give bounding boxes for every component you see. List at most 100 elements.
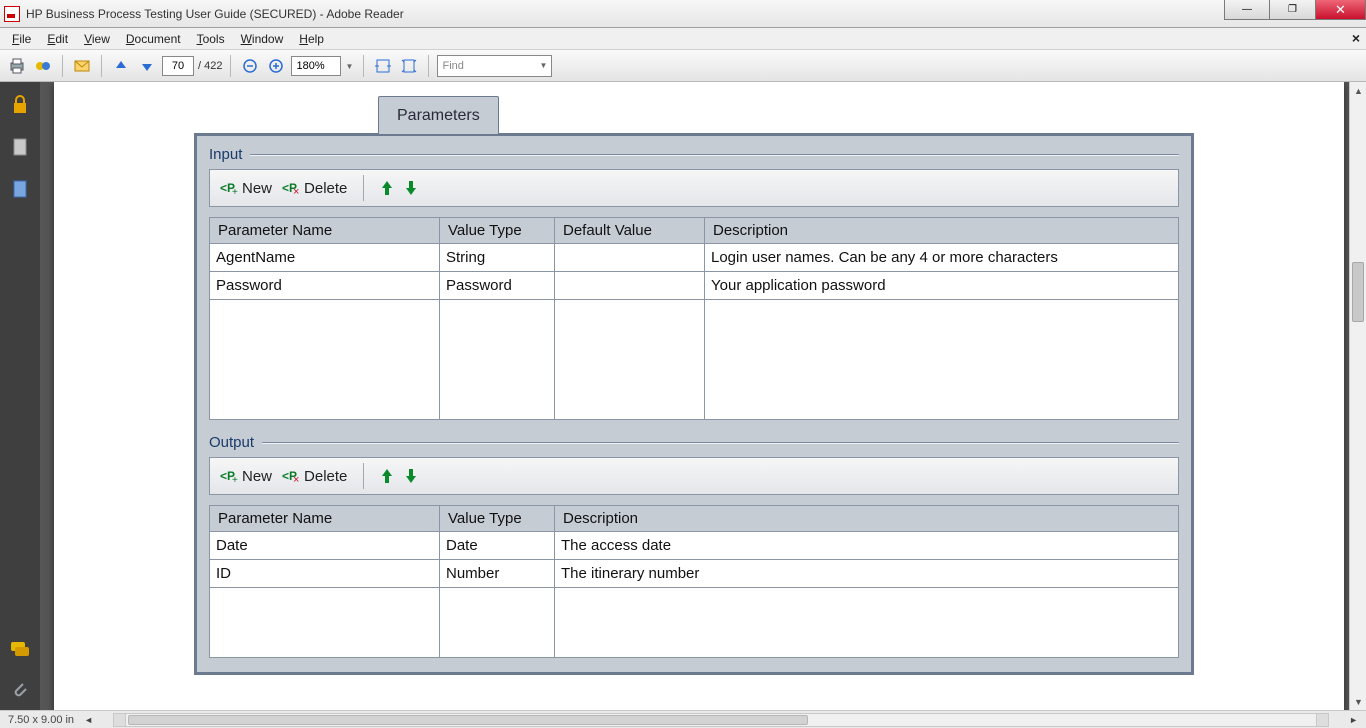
scroll-up-arrow[interactable]: ▲ [1350,82,1366,99]
output-toolbar: <P+ New <P× Delete [209,457,1179,495]
page-total-label: / 422 [198,60,222,72]
col-default-value[interactable]: Default Value [555,218,705,244]
collaborate-icon[interactable] [32,55,54,77]
menu-bar: File Edit View Document Tools Window Hel… [0,28,1366,50]
col-description[interactable]: Description [555,506,1179,532]
fit-page-icon[interactable] [398,55,420,77]
cell-name[interactable]: Date [210,532,440,560]
status-bar: 7.50 x 9.00 in ◄ ► [0,710,1366,728]
table-row[interactable]: ID Number The itinerary number [210,560,1179,588]
cell-default[interactable] [555,244,705,272]
scroll-down-arrow[interactable]: ▼ [1350,693,1366,710]
find-dropdown-icon[interactable]: ▼ [540,61,548,70]
output-move-down-button[interactable] [404,467,418,485]
scroll-thumb[interactable] [1352,262,1364,322]
input-move-up-button[interactable] [380,179,394,197]
col-value-type[interactable]: Value Type [440,506,555,532]
h-scroll-right-arrow[interactable]: ► [1349,715,1358,725]
h-scroll-left-button[interactable] [114,714,126,726]
cell-type[interactable]: String [440,244,555,272]
h-scroll-right-button[interactable] [1316,714,1328,726]
col-description[interactable]: Description [705,218,1179,244]
menu-view[interactable]: View [76,30,118,48]
page-number-input[interactable] [162,56,194,76]
cell-desc[interactable]: The itinerary number [555,560,1179,588]
output-move-up-button[interactable] [380,467,394,485]
toolbar-separator [363,55,364,77]
window-close-button[interactable]: ✕ [1316,0,1366,20]
tab-parameters[interactable]: Parameters [378,96,499,134]
output-new-button[interactable]: <P+ New [220,468,272,485]
zoom-level-input[interactable]: 180% [291,56,341,76]
find-input[interactable]: Find ▼ [437,55,552,77]
table-row[interactable]: Date Date The access date [210,532,1179,560]
menu-edit[interactable]: Edit [39,30,76,48]
input-new-label: New [242,180,272,197]
cell-type[interactable]: Password [440,272,555,300]
document-viewport[interactable]: Parameters Input <P+ New <P× De [40,82,1366,710]
table-row[interactable]: AgentName String Login user names. Can b… [210,244,1179,272]
output-new-label: New [242,468,272,485]
vertical-scrollbar[interactable]: ▲ ▼ [1349,82,1366,710]
toolbar-separator [62,55,63,77]
cell-desc[interactable]: Your application password [705,272,1179,300]
app-pdf-icon [4,6,20,22]
cell-desc[interactable]: Login user names. Can be any 4 or more c… [705,244,1179,272]
document-page: Parameters Input <P+ New <P× De [54,82,1344,710]
zoom-in-button[interactable] [265,55,287,77]
email-icon[interactable] [71,55,93,77]
col-parameter-name[interactable]: Parameter Name [210,506,440,532]
window-minimize-button[interactable]: — [1224,0,1270,20]
table-row[interactable]: Password Password Your application passw… [210,272,1179,300]
svg-text:+: + [232,187,238,196]
page-up-button[interactable] [110,55,132,77]
window-title: HP Business Process Testing User Guide (… [26,7,404,21]
zoom-out-button[interactable] [239,55,261,77]
output-label-text: Output [209,434,254,451]
output-delete-button[interactable]: <P× Delete [282,468,347,485]
toolbar-separator [230,55,231,77]
menu-help[interactable]: Help [291,30,332,48]
svg-text:×: × [293,186,299,196]
menu-close-doc-button[interactable]: × [1352,30,1360,46]
input-parameters-table: Parameter Name Value Type Default Value … [209,217,1179,420]
security-lock-icon[interactable] [9,94,31,116]
h-scroll-thumb[interactable] [128,715,808,725]
horizontal-scrollbar[interactable] [113,713,1329,727]
toolbar-separator [428,55,429,77]
cell-type[interactable]: Date [440,532,555,560]
attachments-panel-icon[interactable] [9,680,31,702]
input-toolbar: <P+ New <P× Delete [209,169,1179,207]
col-value-type[interactable]: Value Type [440,218,555,244]
page-down-button[interactable] [136,55,158,77]
output-parameters-table: Parameter Name Value Type Description Da… [209,505,1179,658]
input-move-down-button[interactable] [404,179,418,197]
comments-panel-icon[interactable] [9,638,31,660]
cell-type[interactable]: Number [440,560,555,588]
fit-width-icon[interactable] [372,55,394,77]
menu-file[interactable]: File [4,30,39,48]
cell-default[interactable] [555,272,705,300]
cell-name[interactable]: AgentName [210,244,440,272]
input-table-header-row: Parameter Name Value Type Default Value … [210,218,1179,244]
print-button[interactable] [6,55,28,77]
window-maximize-button[interactable]: ❐ [1270,0,1316,20]
menu-tools[interactable]: Tools [189,30,233,48]
zoom-dropdown-icon[interactable]: ▼ [346,62,354,71]
bookmarks-panel-icon[interactable] [9,178,31,200]
input-delete-button[interactable]: <P× Delete [282,180,347,197]
menu-window[interactable]: Window [233,30,292,48]
cell-name[interactable]: ID [210,560,440,588]
input-section-label: Input [209,146,1179,163]
toolbar-separator [101,55,102,77]
output-section-label: Output [209,434,1179,451]
h-scroll-left-arrow[interactable]: ◄ [84,715,93,725]
table-empty-row [210,588,1179,658]
input-new-button[interactable]: <P+ New [220,180,272,197]
col-parameter-name[interactable]: Parameter Name [210,218,440,244]
menu-document[interactable]: Document [118,30,189,48]
pages-panel-icon[interactable] [9,136,31,158]
cell-name[interactable]: Password [210,272,440,300]
cell-desc[interactable]: The access date [555,532,1179,560]
toolbar-separator [363,175,364,201]
